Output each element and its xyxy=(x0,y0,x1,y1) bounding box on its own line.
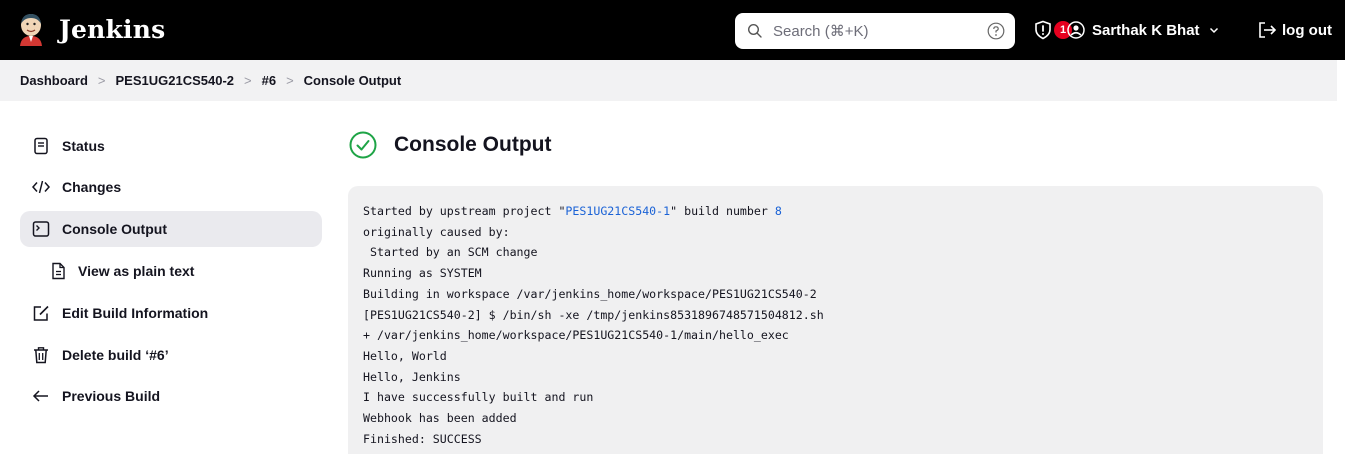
console-line: Hello, World xyxy=(363,348,447,363)
sidebar-item-label: Changes xyxy=(62,179,122,195)
code-icon xyxy=(32,180,50,194)
sidebar-item-delete-build[interactable]: Delete build ‘#6’ xyxy=(20,337,322,373)
document-icon xyxy=(34,137,48,155)
console-line: I have successfully built and run xyxy=(363,390,594,405)
sidebar-item-label: Delete build ‘#6’ xyxy=(62,347,169,363)
sidebar-item-label: Console Output xyxy=(62,221,167,237)
search-box[interactable] xyxy=(735,13,1015,49)
sidebar-item-view-plain-text[interactable]: View as plain text xyxy=(20,253,322,289)
jenkins-home-link[interactable]: Jenkins xyxy=(16,12,165,46)
page-title: Console Output xyxy=(394,133,552,156)
sidebar-item-status[interactable]: Status xyxy=(20,128,322,164)
edit-icon xyxy=(33,305,49,321)
shield-alert-icon xyxy=(1035,20,1051,40)
upstream-project-link[interactable]: PES1UG21CS540-1 xyxy=(565,204,670,218)
user-name: Sarthak K Bhat xyxy=(1092,21,1200,39)
sidebar-item-label: View as plain text xyxy=(78,263,195,279)
breadcrumb-separator: > xyxy=(286,73,294,88)
console-line: Building in workspace /var/jenkins_home/… xyxy=(363,286,817,301)
console-log: Started by upstream project "PES1UG21CS5… xyxy=(363,201,1323,449)
console-line: Running as SYSTEM xyxy=(363,266,482,281)
console-line: " build number xyxy=(670,204,775,218)
console-output-panel: Started by upstream project "PES1UG21CS5… xyxy=(348,186,1323,454)
console-line: + /var/jenkins_home/workspace/PES1UG21CS… xyxy=(363,328,789,343)
sidebar-item-label: Edit Build Information xyxy=(62,305,209,321)
sidebar-item-label: Status xyxy=(62,138,105,154)
console-line: [PES1UG21CS540-2] $ /bin/sh -xe /tmp/jen… xyxy=(363,307,824,322)
help-icon[interactable] xyxy=(987,22,1005,40)
breadcrumb-console-output[interactable]: Console Output xyxy=(304,73,402,88)
breadcrumb-separator: > xyxy=(97,73,106,88)
sidebar-item-previous-build[interactable]: Previous Build xyxy=(20,378,322,414)
user-menu[interactable]: Sarthak K Bhat xyxy=(1067,21,1220,39)
jenkins-logo-icon xyxy=(20,14,42,46)
sidebar-item-edit-build-information[interactable]: Edit Build Information xyxy=(20,295,322,331)
logout-link[interactable]: log out xyxy=(1258,21,1332,39)
breadcrumb-dashboard[interactable]: Dashboard xyxy=(20,73,88,88)
trash-icon xyxy=(34,347,48,364)
sidebar-item-label: Previous Build xyxy=(62,388,161,404)
breadcrumb-build[interactable]: #6 xyxy=(262,73,276,88)
console-line: Started by upstream project " xyxy=(363,204,566,218)
brand-name: Jenkins xyxy=(59,14,166,44)
breadcrumb-separator: > xyxy=(244,73,252,88)
console-line: Hello, Jenkins xyxy=(363,369,461,384)
file-text-icon xyxy=(52,262,65,280)
user-icon xyxy=(1067,21,1085,39)
terminal-icon xyxy=(32,221,50,237)
success-check-icon xyxy=(349,131,377,159)
console-line: Webhook has been added xyxy=(363,411,517,426)
sidebar-item-console-output[interactable]: Console Output xyxy=(20,211,322,247)
logout-icon xyxy=(1259,22,1277,38)
breadcrumb-project[interactable]: PES1UG21CS540-2 xyxy=(116,73,235,88)
console-line: Started by an SCM change xyxy=(363,245,538,260)
console-line: Finished: SUCCESS xyxy=(363,431,482,446)
arrow-left-icon xyxy=(32,390,48,402)
breadcrumb: Dashboard > PES1UG21CS540-2 > #6 > Conso… xyxy=(0,60,1337,101)
page-header: Console Output xyxy=(349,131,551,159)
build-number-link[interactable]: 8 xyxy=(775,204,782,218)
chevron-down-icon xyxy=(1209,27,1218,34)
search-icon xyxy=(747,23,762,38)
top-header: Jenkins 1 Sarthak K Bhat xyxy=(0,0,1345,60)
sidebar-item-changes[interactable]: Changes xyxy=(20,169,322,205)
search-input[interactable] xyxy=(773,22,973,40)
logout-label: log out xyxy=(1282,21,1332,39)
console-line: originally caused by: xyxy=(363,224,510,239)
